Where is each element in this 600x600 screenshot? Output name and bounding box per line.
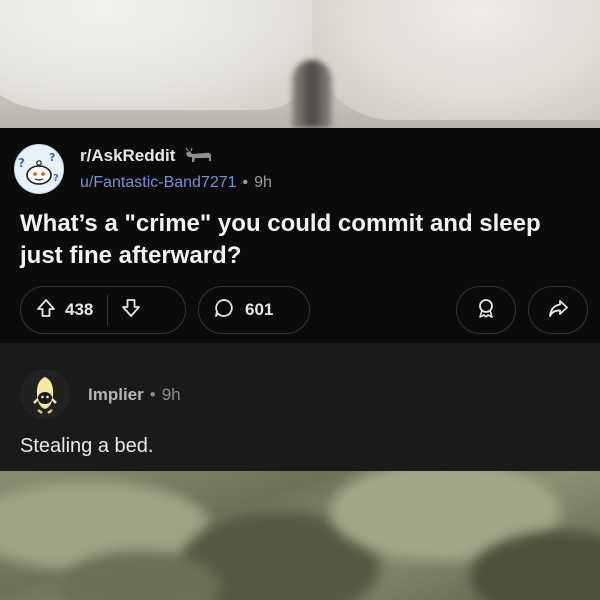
svg-text:?: ?: [18, 156, 25, 170]
upvote-arrow-icon[interactable]: [35, 297, 57, 324]
askreddit-snoo-icon[interactable]: ? ? ?: [14, 144, 64, 194]
snoo-avatar-icon[interactable]: [20, 369, 70, 419]
comment-age: 9h: [161, 385, 181, 404]
comment-bubble-icon: [213, 297, 235, 324]
award-ribbon-icon: [475, 297, 497, 324]
post-title[interactable]: What’s a "crime" you could commit and sl…: [20, 208, 560, 272]
comment-meta: Implier • 9h: [88, 385, 181, 405]
downvote-arrow-icon[interactable]: [120, 297, 142, 324]
comment-body: Stealing a bed.: [20, 435, 154, 457]
comment-card: Implier • 9h Stealing a bed.: [0, 343, 600, 471]
meta-separator: •: [242, 174, 249, 191]
meta-separator: •: [149, 385, 156, 404]
comment-author[interactable]: Implier: [88, 385, 144, 405]
upvote-count: 438: [65, 300, 94, 319]
svg-text:?: ?: [53, 173, 59, 184]
bottom-photo-blanket: [0, 471, 600, 600]
pillow-right: [312, 0, 600, 120]
subreddit-row: r/AskReddit: [80, 146, 215, 166]
post-action-bar: 438 601: [20, 286, 588, 334]
top-photo-pillows: [0, 0, 600, 128]
pillow-gap-shadow: [292, 60, 332, 128]
pillow-left: [0, 0, 320, 110]
post-author[interactable]: u/Fantastic-Band7271: [80, 174, 237, 192]
post-card: ? ? ? r/AskReddit u/Fantastic-Band7271 •…: [0, 128, 600, 343]
share-button[interactable]: [528, 286, 588, 334]
vote-divider: [107, 295, 109, 325]
subreddit-name[interactable]: r/AskReddit: [80, 146, 175, 166]
post-age: 9h: [254, 174, 272, 191]
svg-text:?: ?: [49, 151, 55, 164]
bull-award-icon: [183, 147, 215, 165]
share-arrow-icon: [547, 297, 569, 324]
vote-control: 438: [20, 286, 186, 334]
award-button[interactable]: [456, 286, 516, 334]
comments-button[interactable]: 601: [198, 286, 310, 334]
comment-count: 601: [245, 300, 274, 319]
post-meta: u/Fantastic-Band7271 • 9h: [80, 174, 272, 192]
